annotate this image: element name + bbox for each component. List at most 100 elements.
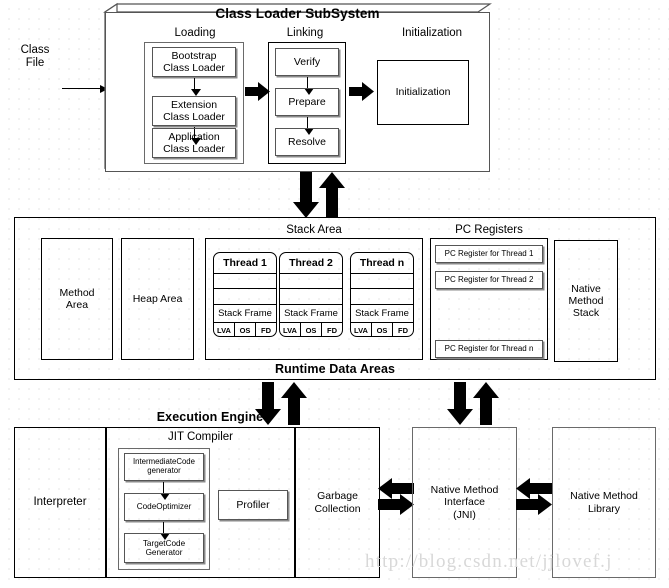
bootstrap-class-loader-line2: Class Loader <box>163 62 225 74</box>
thread-1-slots: LVA OS FD <box>214 323 276 336</box>
native-method-interface-line1: Native Method <box>430 484 499 497</box>
target-code-generator-line2: Generator <box>145 548 183 557</box>
application-class-loader-box[interactable]: Application Class Loader <box>152 128 236 158</box>
stack-area-heading: Stack Area <box>286 224 342 236</box>
code-optimizer-box[interactable]: CodeOptimizer <box>124 493 204 521</box>
application-class-loader-line1: Application <box>168 130 220 143</box>
linking-heading: Linking <box>286 27 324 39</box>
class-file-label-line2: File <box>25 57 45 70</box>
linking-arrow-1-icon <box>303 77 314 95</box>
pc-register-thread-2-label: PC Register for Thread 2 <box>444 275 534 285</box>
thread-2-slot-os: OS <box>301 323 322 336</box>
linking-to-initialization-arrow-icon <box>349 82 374 101</box>
pc-register-thread-n[interactable]: PC Register for Thread n <box>435 340 543 358</box>
profiler-box[interactable]: Profiler <box>218 490 288 520</box>
jni-library-arrows-icon <box>516 478 552 515</box>
extension-class-loader-box[interactable]: Extension Class Loader <box>152 96 236 126</box>
interpreter-box[interactable]: Interpreter <box>14 427 106 578</box>
runtime-data-areas-title: Runtime Data Areas <box>274 362 396 376</box>
thread-1-slot-os: OS <box>235 323 256 336</box>
thread-n-slot-os: OS <box>372 323 393 336</box>
gc-jni-arrows-icon <box>378 478 414 515</box>
thread-n-stack-frame: Stack Frame <box>351 305 413 323</box>
thread-2-empty-row-2 <box>280 289 342 305</box>
thread-2-name: Thread 2 <box>280 253 342 274</box>
method-area-line2: Area <box>65 299 89 311</box>
thread-2-slot-fd: FD <box>327 326 337 335</box>
intermediate-code-generator-box[interactable]: IntermediateCode generator <box>124 453 204 481</box>
native-method-interface-line2: Interface <box>444 496 485 509</box>
thread-1-empty-row-1 <box>214 274 276 289</box>
bootstrap-class-loader-box[interactable]: Bootstrap Class Loader <box>152 47 236 77</box>
native-method-library-line1: Native Method <box>570 490 638 503</box>
initialization-heading: Initialization <box>401 27 463 39</box>
bootstrap-class-loader-line1: Bootstrap <box>171 49 217 62</box>
thread-n-slot-lva: LVA <box>351 323 372 336</box>
native-method-stack-line1: Native <box>571 282 601 295</box>
thread-n-name: Thread n <box>351 253 413 274</box>
target-code-generator-line1: TargetCode <box>142 538 186 548</box>
thread-2-slot-lva: LVA <box>280 323 301 336</box>
pc-register-thread-1-label: PC Register for Thread 1 <box>444 249 534 259</box>
thread-1-box[interactable]: Thread 1 Stack Frame LVA OS FD <box>213 252 277 337</box>
jit-compiler-heading: JIT Compiler <box>168 431 233 443</box>
thread-1-stack-frame: Stack Frame <box>214 305 276 323</box>
pc-register-thread-n-label: PC Register for Thread n <box>444 344 534 354</box>
jit-arrow-2-icon <box>159 522 170 540</box>
garbage-collection-line2: Collection <box>314 502 361 515</box>
initialization-label: Initialization <box>395 86 451 99</box>
native-method-interface-line3: (JNI) <box>453 508 476 521</box>
heap-area-box[interactable]: Heap Area <box>121 238 194 360</box>
garbage-collection-line1: Garbage <box>317 490 358 503</box>
class-file-arrow-icon <box>62 84 108 93</box>
thread-n-box[interactable]: Thread n Stack Frame LVA OS FD <box>350 252 414 337</box>
resolve-label: Resolve <box>288 135 326 148</box>
method-area-box[interactable]: Method Area <box>41 238 113 360</box>
class-file-label: Class File <box>10 44 60 70</box>
native-method-stack-line2: Method <box>568 294 604 307</box>
thread-1-slot-fd: FD <box>261 326 271 335</box>
thread-2-box[interactable]: Thread 2 Stack Frame LVA OS FD <box>279 252 343 337</box>
initialization-box[interactable]: Initialization <box>377 60 469 125</box>
jit-arrow-1-icon <box>159 482 170 500</box>
class-loader-subsystem-title: Class Loader SubSystem <box>215 6 380 21</box>
thread-n-slots: LVA OS FD <box>351 323 413 336</box>
extension-class-loader-line1: Extension <box>170 98 218 111</box>
application-class-loader-line2: Class Loader <box>163 143 225 155</box>
thread-n-empty-row-2 <box>351 289 413 305</box>
target-code-generator-box[interactable]: TargetCode Generator <box>124 533 204 563</box>
profiler-label: Profiler <box>236 498 270 511</box>
thread-1-slot-lva: LVA <box>214 323 235 336</box>
thread-n-empty-row-1 <box>351 274 413 289</box>
intermediate-code-generator-line2: generator <box>147 466 181 475</box>
subsystem-runtime-arrows-icon <box>293 172 345 218</box>
native-method-stack-line3: Stack <box>572 307 600 320</box>
pc-register-thread-1[interactable]: PC Register for Thread 1 <box>435 245 543 263</box>
extension-class-loader-line2: Class Loader <box>163 111 225 123</box>
runtime-jni-arrows-icon <box>447 382 499 425</box>
jvm-architecture-diagram: Class File Class Loader SubSystem Loadin… <box>0 0 669 588</box>
verify-label: Verify <box>293 55 321 68</box>
thread-2-empty-row-1 <box>280 274 342 289</box>
verify-box[interactable]: Verify <box>275 48 339 76</box>
thread-2-slots: LVA OS FD <box>280 323 342 336</box>
thread-1-empty-row-2 <box>214 289 276 305</box>
thread-1-name: Thread 1 <box>214 253 276 274</box>
thread-n-slot-fd: FD <box>398 326 408 335</box>
class-file-label-line1: Class <box>20 44 50 56</box>
resolve-box[interactable]: Resolve <box>275 128 339 156</box>
interpreter-label: Interpreter <box>33 495 87 508</box>
loading-arrow-1-icon <box>190 78 201 96</box>
linking-arrow-2-icon <box>303 117 314 135</box>
execution-engine-title: Execution Engine <box>156 410 264 424</box>
loading-heading: Loading <box>174 27 216 39</box>
method-area-line1: Method <box>59 286 95 299</box>
heap-area-label: Heap Area <box>132 292 183 305</box>
code-optimizer-label: CodeOptimizer <box>136 502 192 512</box>
pc-registers-heading: PC Registers <box>455 224 523 236</box>
prepare-box[interactable]: Prepare <box>275 88 339 116</box>
prepare-label: Prepare <box>288 95 326 108</box>
pc-register-thread-2[interactable]: PC Register for Thread 2 <box>435 271 543 289</box>
native-method-stack-box[interactable]: Native Method Stack <box>554 240 618 362</box>
thread-2-stack-frame: Stack Frame <box>280 305 342 323</box>
